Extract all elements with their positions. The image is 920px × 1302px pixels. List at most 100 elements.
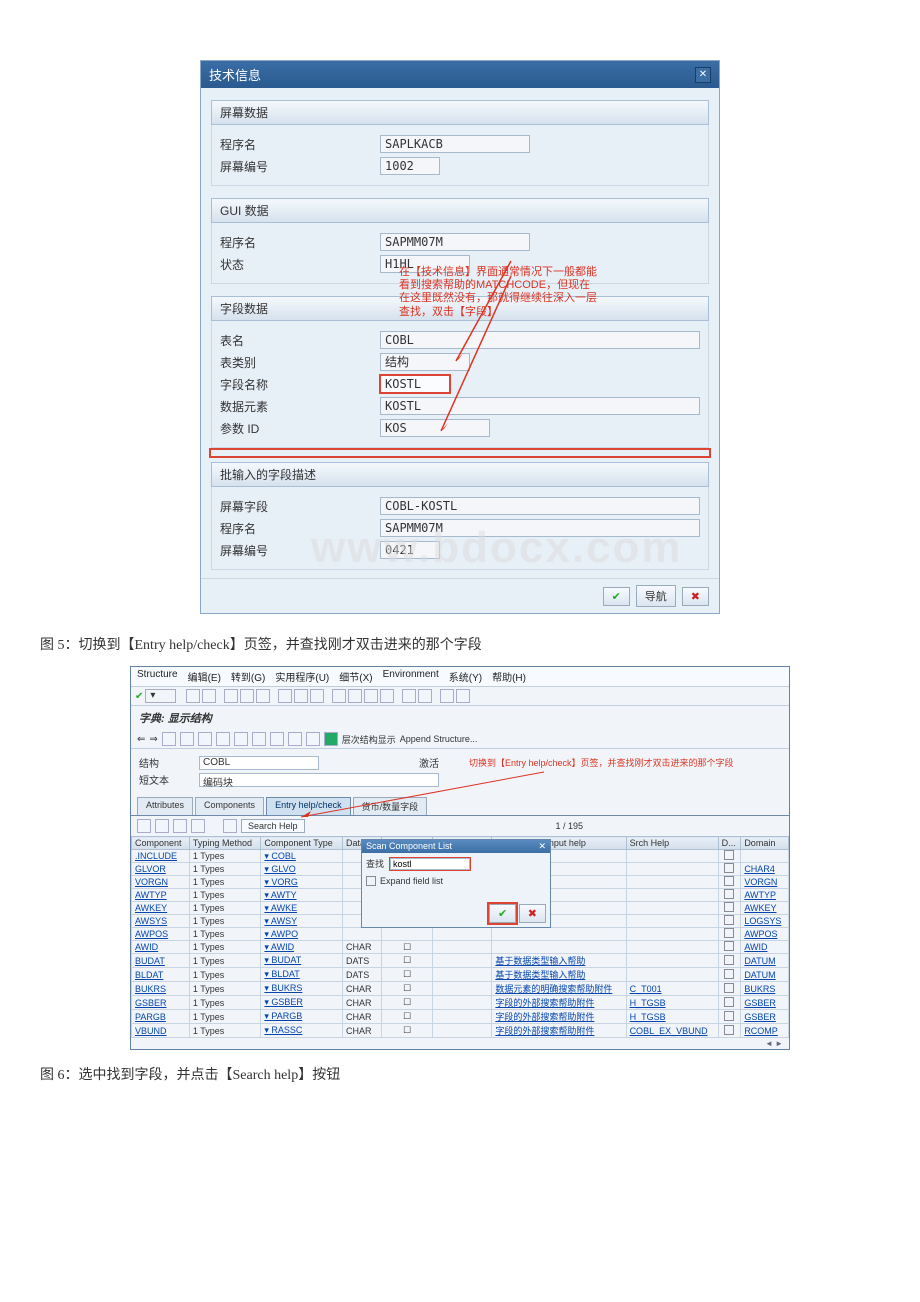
nav-icon-3[interactable]	[173, 819, 187, 833]
popup-expand-lbl: Expand field list	[380, 876, 443, 886]
ok-button[interactable]: ✔	[603, 587, 630, 606]
col-typing[interactable]: Typing Method	[189, 837, 260, 850]
shortcut-icon[interactable]	[418, 689, 432, 703]
fwd-arrow-icon[interactable]: ⇒	[149, 734, 157, 745]
save-icon[interactable]	[202, 689, 216, 703]
popup-expand-checkbox[interactable]	[366, 876, 376, 886]
nav-icon-4[interactable]	[191, 819, 205, 833]
val-short[interactable]: 编码块	[199, 773, 439, 787]
command-field[interactable]: ▾	[145, 689, 176, 703]
menu-goto[interactable]: 转到(G)	[231, 669, 265, 684]
tech-info-dialog: 技术信息 ✕ 屏幕数据 程序名SAPLKACB 屏幕编号1002 GUI 数据 …	[200, 60, 720, 614]
close-icon[interactable]: ✕	[695, 67, 711, 83]
popup-close-icon[interactable]: ✕	[538, 841, 546, 852]
lbl-screenfield: 屏幕字段	[220, 498, 380, 515]
val-tabtype[interactable]: 结构	[380, 353, 470, 371]
print-icon[interactable]	[278, 689, 292, 703]
lbl-short: 短文本	[139, 772, 199, 787]
tb-icon-7[interactable]	[270, 732, 284, 746]
back-icon[interactable]	[186, 689, 200, 703]
circle-icon-2[interactable]	[240, 689, 254, 703]
lbl-active: 激活	[419, 755, 439, 770]
nav-icon-2[interactable]	[155, 819, 169, 833]
tb-icon-1[interactable]	[162, 732, 176, 746]
app-toolbar: ⇐ ⇒ 层次结构显示 Append Structure...	[131, 730, 789, 749]
popup-cancel-button[interactable]: ✖	[519, 904, 546, 923]
findnext-icon[interactable]	[310, 689, 324, 703]
menu-help[interactable]: 帮助(H)	[492, 669, 526, 684]
table-row[interactable]: PARGB1 Types▾ PARGBCHAR☐字段的外部搜索帮助附件H_TGS…	[132, 1010, 789, 1024]
lbl-fieldname: 字段名称	[220, 376, 380, 393]
section-screen-data: 屏幕数据	[211, 100, 709, 125]
col-srchhelp[interactable]: Srch Help	[626, 837, 718, 850]
tb-icon-9[interactable]	[306, 732, 320, 746]
nav-icon-1[interactable]	[137, 819, 151, 833]
table-row[interactable]: BUKRS1 Types▾ BUKRSCHAR☐数据元素的明确搜索帮助附件C_T…	[132, 982, 789, 996]
val-screen-no[interactable]: 1002	[380, 157, 440, 175]
hier-display[interactable]: 层次结构显示	[342, 733, 396, 746]
menu-system[interactable]: 系统(Y)	[449, 669, 482, 684]
find-icon-2[interactable]	[223, 819, 237, 833]
cancel-icon[interactable]	[256, 689, 270, 703]
find-icon[interactable]	[294, 689, 308, 703]
col-comptype[interactable]: Component Type	[261, 837, 343, 850]
tab-attributes[interactable]: Attributes	[137, 797, 193, 815]
back-arrow-icon[interactable]: ⇐	[137, 734, 145, 745]
help-icon[interactable]	[440, 689, 454, 703]
menu-edit[interactable]: 编辑(E)	[188, 669, 221, 684]
check-icon[interactable]: ✔	[135, 691, 143, 702]
tab-currency[interactable]: 货币/数量字段	[353, 797, 428, 815]
popup-title: Scan Component List	[366, 841, 452, 852]
table-row[interactable]: BLDAT1 Types▾ BLDATDATS☐基于数据类型输入帮助DATUM	[132, 968, 789, 982]
append-structure[interactable]: Append Structure...	[400, 734, 478, 744]
table-row[interactable]: AWPOS1 Types▾ AWPOAWPOS	[132, 928, 789, 941]
menu-extras[interactable]: 细节(X)	[339, 669, 372, 684]
search-help-button[interactable]: Search Help	[241, 819, 305, 833]
tb-icon-4[interactable]	[216, 732, 230, 746]
last-page-icon[interactable]	[380, 689, 394, 703]
popup-ok-button[interactable]: ✔	[489, 904, 516, 923]
tb-icon-2[interactable]	[180, 732, 194, 746]
menu-util[interactable]: 实用程序(U)	[275, 669, 329, 684]
val-dataelem[interactable]: KOSTL	[380, 397, 700, 415]
tab-components[interactable]: Components	[195, 797, 264, 815]
tb-icon-info[interactable]	[324, 732, 338, 746]
popup-find-input[interactable]	[390, 858, 470, 870]
tb-icon-8[interactable]	[288, 732, 302, 746]
col-domain[interactable]: Domain	[741, 837, 789, 850]
cancel-button[interactable]: ✖	[682, 587, 709, 606]
tb-icon-5[interactable]	[234, 732, 248, 746]
scan-popup: Scan Component List✕ 查找 Expand field lis…	[361, 839, 551, 928]
create-session-icon[interactable]	[402, 689, 416, 703]
col-d[interactable]: D...	[718, 837, 741, 850]
nav-button-label: 导航	[645, 588, 667, 604]
next-page-icon[interactable]	[364, 689, 378, 703]
first-page-icon[interactable]	[332, 689, 346, 703]
lbl-screen-no: 屏幕编号	[220, 158, 380, 175]
table-row[interactable]: BUDAT1 Types▾ BUDATDATS☐基于数据类型输入帮助DATUM	[132, 954, 789, 968]
dialog-titlebar: 技术信息 ✕	[201, 61, 719, 88]
tb-icon-3[interactable]	[198, 732, 212, 746]
table-row[interactable]: AWID1 Types▾ AWIDCHAR☐AWID	[132, 941, 789, 954]
table-row[interactable]: VBUND1 Types▾ RASSCCHAR☐字段的外部搜索帮助附件COBL_…	[132, 1024, 789, 1038]
figure-6-caption: 图 6：选中找到字段，并点击【Search help】按钮	[40, 1064, 880, 1084]
tab-entry-help[interactable]: Entry help/check	[266, 797, 351, 815]
val-program[interactable]: SAPLKACB	[380, 135, 530, 153]
menu-structure[interactable]: Structure	[137, 669, 178, 684]
val-struct[interactable]: COBL	[199, 756, 319, 770]
section-batch: 批输入的字段描述	[211, 462, 709, 487]
val-screenfield[interactable]: COBL-KOSTL	[380, 497, 700, 515]
tb-icon-6[interactable]	[252, 732, 266, 746]
circle-icon[interactable]	[224, 689, 238, 703]
val-gui-program[interactable]: SAPMM07M	[380, 233, 530, 251]
val-param[interactable]: KOS	[380, 419, 490, 437]
prev-page-icon[interactable]	[348, 689, 362, 703]
table-row[interactable]: GSBER1 Types▾ GSBERCHAR☐字段的外部搜索帮助附件H_TGS…	[132, 996, 789, 1010]
col-component[interactable]: Component	[132, 837, 190, 850]
val-fieldname[interactable]: KOSTL	[380, 375, 450, 393]
h-scroll[interactable]: ◄ ►	[131, 1038, 789, 1049]
val-table[interactable]: COBL	[380, 331, 700, 349]
nav-button[interactable]: 导航	[636, 585, 676, 607]
layout-icon[interactable]	[456, 689, 470, 703]
menu-env[interactable]: Environment	[383, 669, 439, 684]
